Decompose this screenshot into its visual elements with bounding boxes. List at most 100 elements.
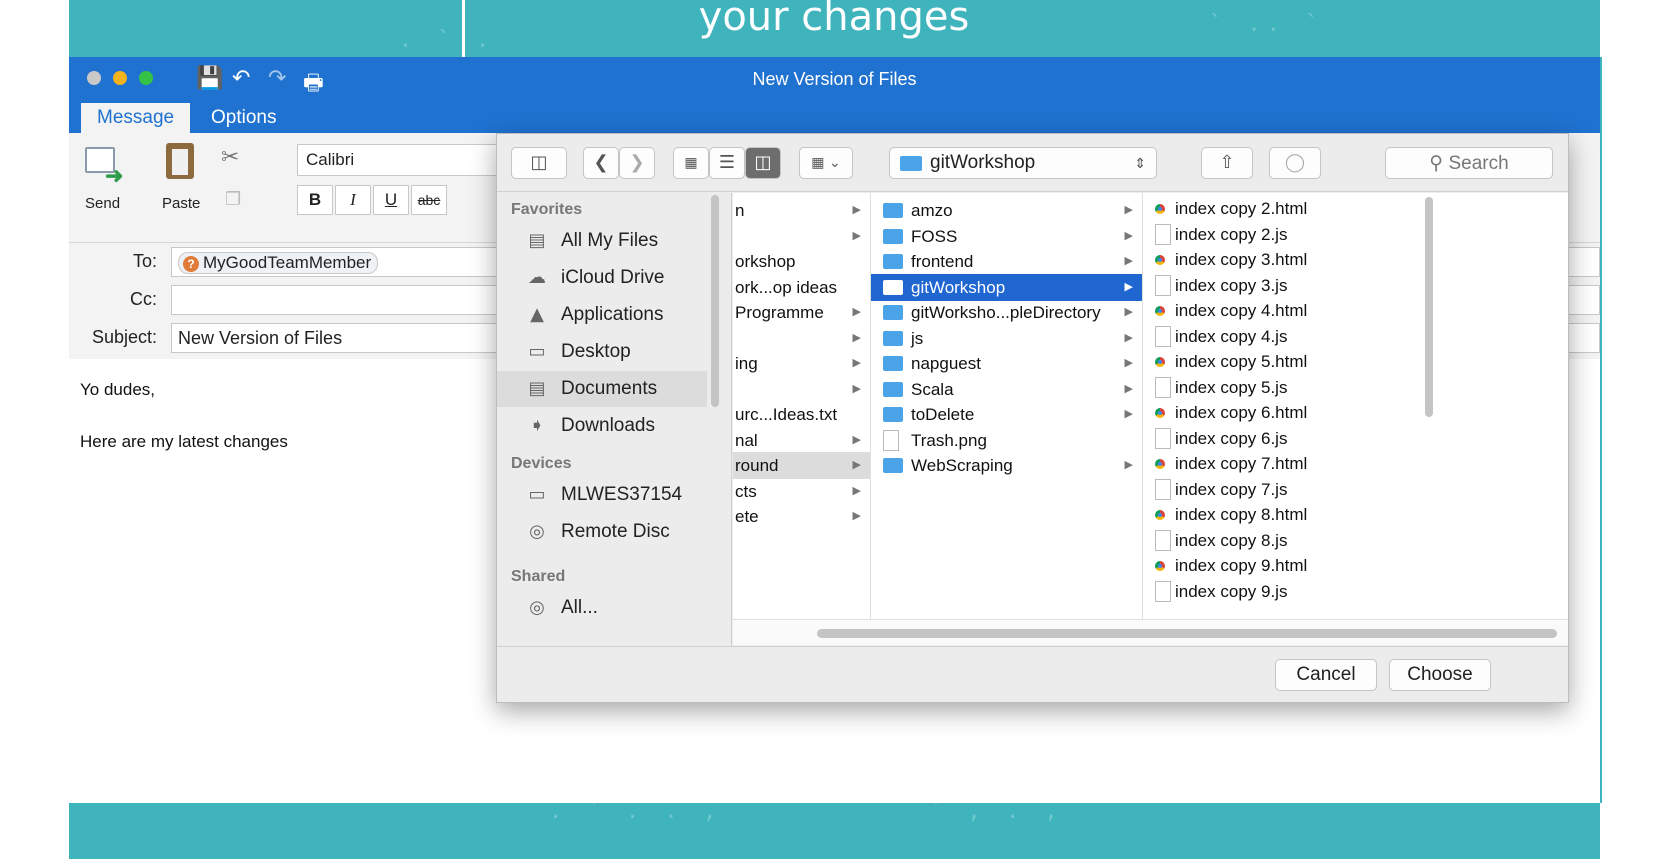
list-item[interactable]: amzo ▶ xyxy=(871,197,1142,224)
chevron-right-icon: ▶ xyxy=(852,484,861,497)
sidebar-item-all-shared[interactable]: ◎ All... xyxy=(497,590,707,626)
list-item[interactable]: ork...op ideas xyxy=(733,274,870,301)
bold-button[interactable]: B xyxy=(297,185,333,215)
list-item[interactable]: round ▶ xyxy=(733,452,870,479)
list-item[interactable]: index copy 6.js xyxy=(1143,425,1413,452)
copy-icon[interactable]: ❐ xyxy=(225,189,241,210)
list-item-label: index copy 9.html xyxy=(1175,556,1308,575)
list-item[interactable]: nal ▶ xyxy=(733,427,870,454)
column-view-button[interactable]: ◫ xyxy=(745,147,781,179)
list-item[interactable]: ▶ xyxy=(733,223,870,250)
path-popup[interactable]: gitWorkshop ⇕ xyxy=(889,147,1157,179)
folder-icon xyxy=(883,356,903,371)
chrome-file-icon xyxy=(1155,510,1165,520)
list-item[interactable]: index copy 7.js xyxy=(1143,476,1413,503)
sidebar-item-icloud-drive[interactable]: ☁ iCloud Drive xyxy=(497,260,707,296)
list-item[interactable]: urc...Ideas.txt xyxy=(733,401,870,428)
column-3-scrollbar[interactable] xyxy=(1425,197,1433,417)
strikethrough-button[interactable]: abc xyxy=(411,185,447,215)
list-item[interactable]: index copy 6.html xyxy=(1143,399,1413,426)
cc-label: Cc: xyxy=(130,289,157,309)
sidebar-item-computer[interactable]: ▭ MLWES37154 xyxy=(497,477,707,513)
list-item-label: index copy 8.js xyxy=(1175,530,1288,550)
sidebar-item-downloads[interactable]: ➧ Downloads xyxy=(497,408,707,444)
list-item[interactable]: cts ▶ xyxy=(733,478,870,505)
choose-button[interactable]: Choose xyxy=(1389,659,1491,691)
share-button[interactable]: ⇧ xyxy=(1201,147,1253,179)
sidebar-toggle-button[interactable]: ◫ xyxy=(511,147,567,179)
cancel-button[interactable]: Cancel xyxy=(1275,659,1377,691)
underline-button[interactable]: U xyxy=(373,185,409,215)
list-item-label: orkshop xyxy=(735,252,796,271)
horizontal-scroll-thumb[interactable] xyxy=(817,629,1557,638)
list-view-button[interactable]: ☰ xyxy=(709,147,745,179)
body-text[interactable]: Here are my latest changes xyxy=(80,432,288,452)
list-item[interactable]: index copy 2.js xyxy=(1143,221,1413,248)
sidebar-scrollbar[interactable] xyxy=(711,195,719,407)
sidebar-item-desktop[interactable]: ▭ Desktop xyxy=(497,334,707,370)
list-item[interactable]: ▶ xyxy=(733,325,870,352)
list-item[interactable]: index copy 7.html xyxy=(1143,450,1413,477)
updown-chevron-icon: ⇕ xyxy=(1134,155,1146,171)
cut-icon[interactable]: ✂ xyxy=(221,145,239,170)
recipient-token[interactable]: ? MyGoodTeamMember xyxy=(178,252,379,274)
search-placeholder: Search xyxy=(1448,153,1509,174)
list-item[interactable]: Scala ▶ xyxy=(871,376,1142,403)
list-item-label: index copy 4.js xyxy=(1175,326,1288,346)
list-item[interactable]: WebScraping ▶ xyxy=(871,452,1142,479)
list-item[interactable]: frontend ▶ xyxy=(871,248,1142,275)
italic-button[interactable]: I xyxy=(335,185,371,215)
list-item[interactable]: index copy 8.html xyxy=(1143,501,1413,528)
sidebar-item-label: All My Files xyxy=(561,230,659,251)
list-item[interactable]: index copy 3.html xyxy=(1143,246,1413,273)
sidebar-item-all-my-files[interactable]: ▤ All My Files xyxy=(497,223,707,259)
list-item[interactable]: n ▶ xyxy=(733,197,870,224)
tag-button[interactable]: ◯ xyxy=(1269,147,1321,179)
list-item[interactable]: gitWorkshop ▶ xyxy=(871,273,1142,301)
list-item[interactable]: index copy 2.html xyxy=(1143,195,1413,222)
list-item[interactable]: ing ▶ xyxy=(733,350,870,377)
horizontal-scrollbar[interactable] xyxy=(733,619,1568,645)
font-name-field[interactable]: Calibri xyxy=(297,144,497,176)
list-item[interactable]: ete ▶ xyxy=(733,503,870,530)
recipient-name: MyGoodTeamMember xyxy=(203,253,372,272)
list-item[interactable]: index copy 9.js xyxy=(1143,578,1413,605)
paste-label: Paste xyxy=(162,195,201,212)
list-item[interactable]: Programme ▶ xyxy=(733,299,870,326)
tab-message[interactable]: Message xyxy=(81,103,191,133)
list-item[interactable]: index copy 4.html xyxy=(1143,297,1413,324)
sidebar-item-remote-disc[interactable]: ◎ Remote Disc xyxy=(497,514,707,550)
list-item[interactable]: FOSS ▶ xyxy=(871,223,1142,250)
list-item[interactable]: index copy 9.html xyxy=(1143,552,1413,579)
list-item[interactable]: index copy 5.html xyxy=(1143,348,1413,375)
list-item[interactable]: gitWorksho...pleDirectory ▶ xyxy=(871,299,1142,326)
tab-options[interactable]: Options xyxy=(195,103,292,133)
list-item-label: index copy 4.html xyxy=(1175,301,1308,320)
group-view-button[interactable]: ▦ ⌄ xyxy=(799,147,853,179)
body-greeting[interactable]: Yo dudes, xyxy=(80,380,155,400)
list-item[interactable]: toDelete ▶ xyxy=(871,401,1142,428)
clipboard-icon xyxy=(166,143,194,179)
list-item[interactable]: index copy 8.js xyxy=(1143,527,1413,554)
back-button[interactable]: ❮ xyxy=(583,147,619,179)
list-item[interactable]: index copy 3.js xyxy=(1143,272,1413,299)
sidebar-item-applications[interactable]: ▲ Applications xyxy=(497,297,707,333)
chevron-right-icon: ▶ xyxy=(1124,255,1133,267)
list-item[interactable]: ▶ xyxy=(733,376,870,403)
icon-view-button[interactable]: ▦ xyxy=(673,147,709,179)
list-item[interactable]: Trash.png xyxy=(871,427,1142,454)
search-input[interactable]: ⚲ Search xyxy=(1385,147,1553,179)
list-item[interactable]: orkshop xyxy=(733,248,870,275)
forward-button[interactable]: ❯ xyxy=(619,147,655,179)
paste-button[interactable]: Paste xyxy=(154,137,214,221)
list-item[interactable]: js ▶ xyxy=(871,325,1142,352)
list-item[interactable]: index copy 5.js xyxy=(1143,374,1413,401)
document-file-icon xyxy=(1155,325,1171,347)
sidebar-item-documents[interactable]: ▤ Documents xyxy=(497,371,707,407)
sidebar-item-label: Desktop xyxy=(561,341,631,362)
list-item[interactable]: napguest ▶ xyxy=(871,350,1142,377)
list-item-label: gitWorkshop xyxy=(911,277,1006,297)
list-item[interactable]: index copy 4.js xyxy=(1143,323,1413,350)
list-item-label: napguest xyxy=(911,354,981,373)
send-button[interactable]: ➜ Send xyxy=(79,141,129,221)
